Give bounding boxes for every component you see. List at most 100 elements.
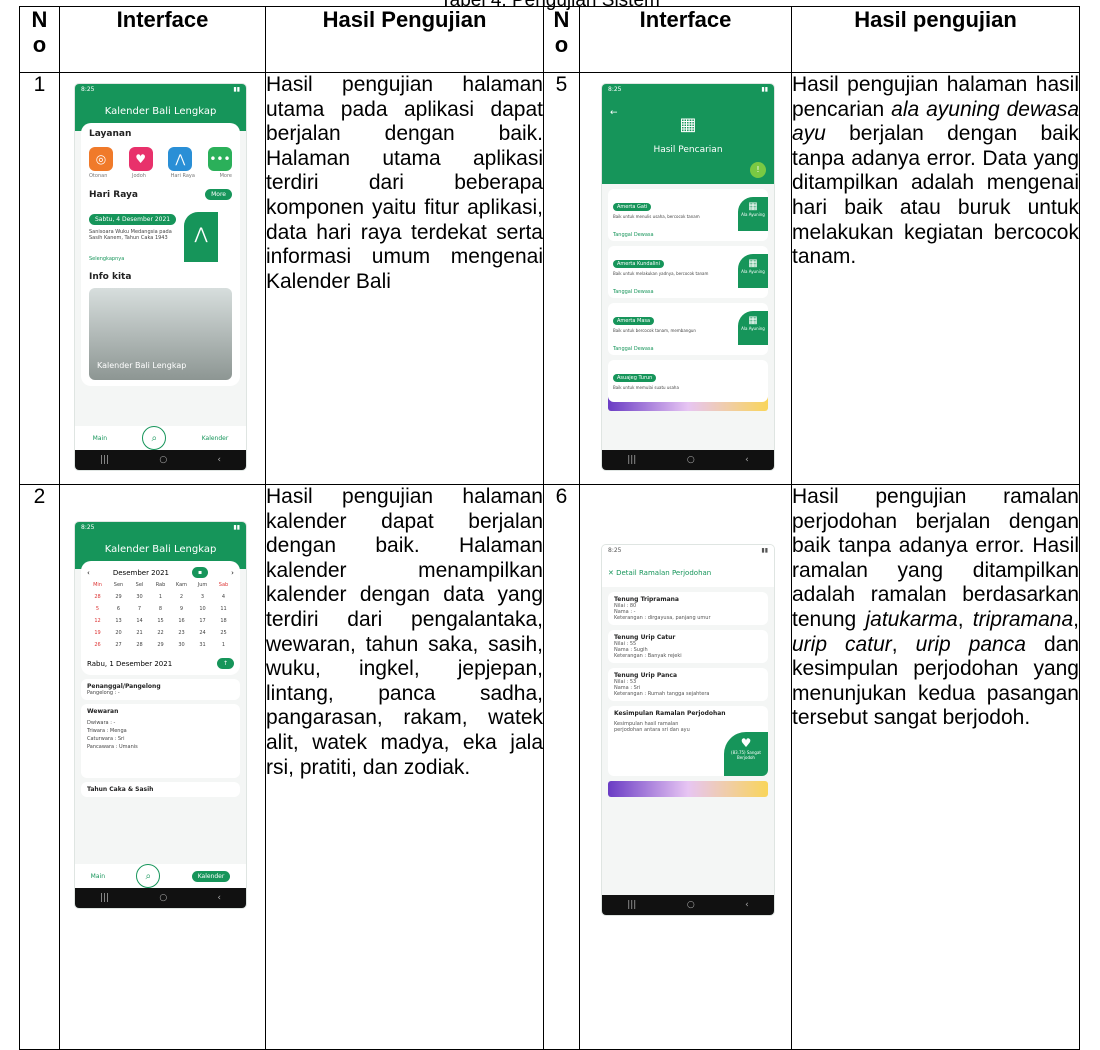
calendar-day[interactable]: 22	[150, 630, 171, 636]
nav-kalender[interactable]: Kalender	[191, 870, 231, 882]
row-number: 2	[19, 484, 60, 1050]
weekday-label: Sen	[113, 582, 124, 588]
list-item[interactable]: Asuajeg Turun Baik untuk memulai suatu us…	[608, 360, 768, 402]
calendar-day[interactable]: 27	[108, 642, 129, 648]
calendar-day[interactable]: 17	[192, 618, 213, 624]
close-icon[interactable]: ✕	[608, 569, 614, 577]
info-icon[interactable]: !	[750, 162, 766, 178]
prev-month-icon[interactable]: ‹	[87, 569, 90, 577]
nav-main[interactable]: Main	[91, 873, 105, 880]
weekday-label: Rab	[155, 582, 166, 588]
row-number: 1	[19, 72, 60, 485]
calendar-day[interactable]: 1	[213, 642, 234, 648]
phone-home: 8:25 ▮▮ Kalender Bali Lengkap Layanan ◎ ♥…	[75, 84, 246, 470]
wewaran-box: Wewaran Dwiwara : - Triwara : Menga Caturwa…	[81, 704, 240, 778]
result-description: Hasil pengujian halaman hasil pencarian …	[791, 72, 1080, 485]
table-row: 1 8:25 ▮▮ Kalender Bali Lengkap Layanan ◎…	[19, 72, 1080, 485]
search-header: ← ▦ Hasil Pencarian !	[602, 100, 774, 184]
header-interface-right: Interface	[579, 6, 792, 73]
services-card: Layanan ◎ ♥ ⋀ ••• Otonan Jodoh Hari Raya M…	[81, 123, 240, 386]
heart-icon[interactable]: ♥	[128, 147, 153, 171]
phone-search: 8:25 ▮▮ ← ▦ Hasil Pencarian ! Amerta Gati…	[602, 84, 774, 470]
calendar-day[interactable]: 21	[129, 630, 150, 636]
header-no-right: No	[543, 6, 580, 73]
more-icon[interactable]: •••	[207, 147, 232, 171]
calendar-day[interactable]: 4	[213, 594, 234, 600]
next-month-icon[interactable]: ›	[231, 569, 234, 577]
calendar-day[interactable]: 7	[129, 606, 150, 612]
search-title: Hasil Pencarian	[653, 145, 723, 155]
calendar-day[interactable]: 31	[192, 642, 213, 648]
more-button[interactable]: More	[205, 189, 232, 200]
header-hasil-right: Hasil pengujian	[791, 6, 1080, 73]
calendar-day[interactable]: 26	[87, 642, 108, 648]
calendar-day[interactable]: 2	[171, 594, 192, 600]
status-bar: 8:25 ▮▮	[75, 84, 246, 100]
calendar-day[interactable]: 28	[129, 642, 150, 648]
list-item[interactable]: Amerta Gati Baik untuk menulis usaha, ber…	[608, 189, 768, 241]
today-button[interactable]: ▪	[192, 567, 209, 578]
calendar-day[interactable]: 1	[150, 594, 171, 600]
calendar-day[interactable]: 30	[171, 642, 192, 648]
calendar-day[interactable]: 28	[87, 594, 108, 600]
calendar-day[interactable]: 8	[150, 606, 171, 612]
result-description: Hasil pengujian ramalan perjodohan berja…	[791, 484, 1080, 1050]
calendar-day[interactable]: 6	[108, 606, 129, 612]
calendar-day[interactable]: 11	[213, 606, 234, 612]
weekday-label: Jum	[197, 582, 208, 588]
calendar-day[interactable]: 9	[171, 606, 192, 612]
row-number: 5	[543, 72, 580, 485]
calendar-day[interactable]: 25	[213, 630, 234, 636]
list-item: Tenung Tripramana Nilai : 80 Nama : - Keter…	[608, 592, 768, 625]
list-item[interactable]: Amerta Kundalini Baik untuk melakukan yad…	[608, 246, 768, 298]
calendar-day[interactable]: 23	[171, 630, 192, 636]
weekday-label: Kam	[175, 582, 188, 588]
calendar-grid: Min Sen Sel Rab Kam Jum Sab 28 29 30 1 2 3 4 5 6 7 8 9 10 11…	[87, 582, 234, 648]
news-banner[interactable]: Kalender Bali Lengkap	[89, 288, 232, 380]
row-number: 6	[543, 484, 580, 1050]
calendar-day[interactable]: 18	[213, 618, 234, 624]
weekday-label: Min	[93, 582, 102, 588]
list-item[interactable]: Amerta Masa Baik untuk bercocok tanam, me…	[608, 303, 768, 355]
calendar-day[interactable]: 30	[129, 594, 150, 600]
weekday-label: Sel	[135, 582, 144, 588]
calendar-day[interactable]: 16	[171, 618, 192, 624]
interface-screenshot-jodoh: 8:25 ▮▮ ✕ Detail Ramalan Perjodohan Tenun…	[579, 484, 792, 1050]
bottom-nav: Main ⌕ Kalender	[75, 426, 246, 450]
result-description: Hasil pengujian halaman kalender dapat b…	[265, 484, 544, 1050]
search-icon[interactable]: ⌕	[142, 426, 167, 450]
back-icon[interactable]: ←	[610, 108, 618, 118]
header-hasil-left: Hasil Pengujian	[265, 6, 544, 73]
calendar-day[interactable]: 3	[192, 594, 213, 600]
calendar-day[interactable]: 29	[108, 594, 129, 600]
nav-main[interactable]: Main	[93, 435, 107, 442]
list-item: Tenung Urip Catur Nilai : 55 Nama : Sugih K…	[608, 630, 768, 663]
system-nav-bar: ||| ○ ‹	[75, 888, 246, 908]
hari-raya-icon[interactable]: ⋀	[168, 147, 193, 171]
temple-icon: ⋀	[184, 212, 218, 262]
calendar-day[interactable]: 29	[150, 642, 171, 648]
phone-jodoh: 8:25 ▮▮ ✕ Detail Ramalan Perjodohan Tenun…	[602, 545, 774, 915]
calendar-day[interactable]: 19	[87, 630, 108, 636]
calendar-day[interactable]: 5	[87, 606, 108, 612]
bottom-nav: Main ⌕ Kalender	[75, 864, 246, 888]
calendar-day[interactable]: 13	[108, 618, 129, 624]
search-icon[interactable]: ⌕	[136, 864, 161, 888]
calendar-icon: ▦	[679, 114, 697, 135]
ad-banner[interactable]	[608, 781, 768, 797]
selengkapnya-link[interactable]: Selengkapnya	[89, 256, 124, 262]
calendar-day[interactable]: 24	[192, 630, 213, 636]
calendar-day[interactable]: 20	[108, 630, 129, 636]
heart-icon: ♥	[740, 736, 752, 750]
date-pill: Sabtu, 4 Desember 2021	[89, 214, 177, 225]
calendar-day[interactable]: 14	[129, 618, 150, 624]
weekday-label: Sab	[218, 582, 229, 588]
wariga-toggle[interactable]: ↑	[216, 658, 234, 669]
otonan-icon[interactable]: ◎	[89, 147, 113, 171]
selected-date: Rabu, 1 Desember 2021	[87, 659, 173, 668]
calendar-day[interactable]: 15	[150, 618, 171, 624]
calendar-day[interactable]: 12	[87, 618, 108, 624]
nav-kalender[interactable]: Kalender	[202, 435, 229, 442]
header-interface-left: Interface	[59, 6, 266, 73]
calendar-day[interactable]: 10	[192, 606, 213, 612]
